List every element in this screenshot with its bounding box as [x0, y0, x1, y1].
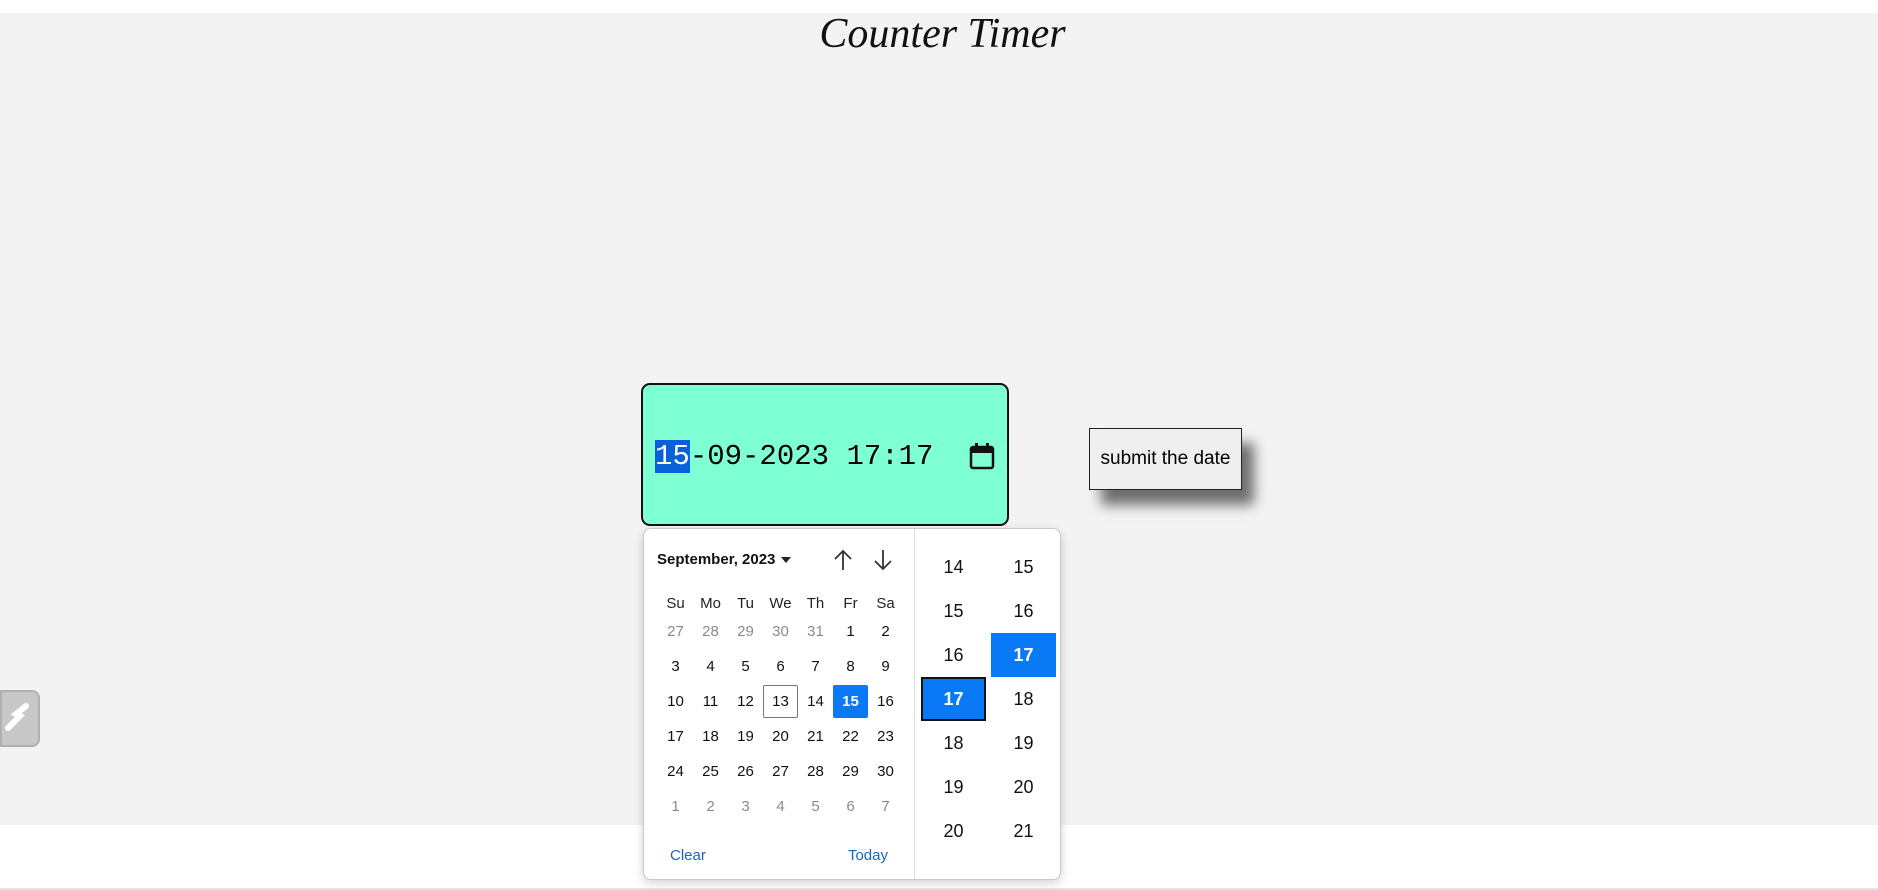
week-row: 24 25 26 27 28 29 30: [658, 755, 903, 788]
day-cell[interactable]: 18: [693, 720, 728, 753]
weekday-label: Su: [666, 595, 685, 612]
day-cell[interactable]: 13: [763, 685, 798, 718]
page-title: Counter Timer: [819, 11, 1066, 57]
day-cell[interactable]: 24: [658, 755, 693, 788]
day-cell[interactable]: 27: [763, 755, 798, 788]
day-cell[interactable]: 30: [868, 755, 903, 788]
day-cell[interactable]: 11: [693, 685, 728, 718]
weekday-label: Tu: [737, 595, 754, 612]
day-cell-other-month[interactable]: 6: [833, 790, 868, 823]
calendar-icon[interactable]: [967, 441, 997, 471]
day-cell-other-month[interactable]: 4: [763, 790, 798, 823]
day-cell[interactable]: 23: [868, 720, 903, 753]
minute-column: 15 16 17 18 19 20 21: [991, 545, 1056, 853]
day-cell-other-month[interactable]: 2: [693, 790, 728, 823]
week-row: 10 11 12 13 14 15 16: [658, 685, 903, 718]
day-segment[interactable]: 15: [655, 440, 690, 473]
datetime-picker-popup: September, 2023 Su Mo Tu We Th Fr Sa 27 28 29 30 3…: [643, 528, 1061, 880]
arrow-down-icon[interactable]: [868, 545, 898, 575]
calendar-pane: September, 2023 Su Mo Tu We Th Fr Sa 27 28 29 30 3…: [644, 529, 914, 879]
weekday-label: Mo: [700, 595, 721, 612]
day-cell-other-month[interactable]: 28: [693, 615, 728, 648]
week-row: 17 18 19 20 21 22 23: [658, 720, 903, 753]
day-cell[interactable]: 26: [728, 755, 763, 788]
datetime-value[interactable]: 15-09-2023 17:17: [655, 439, 933, 475]
day-cell[interactable]: 2: [868, 615, 903, 648]
day-cell[interactable]: 28: [798, 755, 833, 788]
day-cell[interactable]: 29: [833, 755, 868, 788]
day-cell[interactable]: 19: [728, 720, 763, 753]
day-cell[interactable]: 4: [693, 650, 728, 683]
weekday-label: We: [769, 595, 792, 612]
hour-option[interactable]: 16: [921, 633, 986, 677]
day-cell-other-month[interactable]: 5: [798, 790, 833, 823]
hour-column: 14 15 16 17 18 19 20: [921, 545, 986, 853]
datetime-rest[interactable]: -09-2023 17:17: [690, 440, 934, 473]
day-cell-other-month[interactable]: 29: [728, 615, 763, 648]
week-row: 27 28 29 30 31 1 2: [658, 615, 903, 648]
hour-option[interactable]: 15: [921, 589, 986, 633]
day-cell-other-month[interactable]: 3: [728, 790, 763, 823]
day-cell-other-month[interactable]: 30: [763, 615, 798, 648]
hour-option[interactable]: 14: [921, 545, 986, 589]
day-cell[interactable]: 25: [693, 755, 728, 788]
minute-option[interactable]: 21: [991, 809, 1056, 853]
day-cell[interactable]: 15: [833, 685, 868, 718]
clear-button[interactable]: Clear: [670, 847, 706, 864]
day-cell[interactable]: 16: [868, 685, 903, 718]
day-cell[interactable]: 14: [798, 685, 833, 718]
hour-option[interactable]: 18: [921, 721, 986, 765]
day-cell[interactable]: 20: [763, 720, 798, 753]
day-cell-other-month[interactable]: 27: [658, 615, 693, 648]
month-year-label[interactable]: September, 2023: [657, 551, 775, 568]
datetime-input[interactable]: 15-09-2023 17:17: [641, 383, 1009, 526]
day-cell[interactable]: 1: [833, 615, 868, 648]
minute-option[interactable]: 18: [991, 677, 1056, 721]
day-cell[interactable]: 17: [658, 720, 693, 753]
weekday-label: Th: [806, 595, 825, 612]
minute-option[interactable]: 20: [991, 765, 1056, 809]
day-cell[interactable]: 8: [833, 650, 868, 683]
weekday-label: Fr: [843, 595, 858, 612]
day-cell-other-month[interactable]: 1: [658, 790, 693, 823]
day-cell[interactable]: 6: [763, 650, 798, 683]
pane-divider: [914, 529, 915, 879]
today-button[interactable]: Today: [848, 847, 888, 864]
day-cell-other-month[interactable]: 7: [868, 790, 903, 823]
day-cell[interactable]: 12: [728, 685, 763, 718]
week-row: 1234567: [658, 790, 903, 823]
day-cell[interactable]: 9: [868, 650, 903, 683]
submit-date-button[interactable]: submit the date: [1089, 428, 1242, 490]
hour-option[interactable]: 20: [921, 809, 986, 853]
side-widget-handle[interactable]: [0, 690, 40, 747]
minute-option[interactable]: 17: [991, 633, 1056, 677]
day-cell[interactable]: 5: [728, 650, 763, 683]
day-cell[interactable]: 7: [798, 650, 833, 683]
hour-option[interactable]: 17: [921, 677, 986, 721]
day-cell[interactable]: 22: [833, 720, 868, 753]
day-cell-other-month[interactable]: 31: [798, 615, 833, 648]
hour-option[interactable]: 19: [921, 765, 986, 809]
arrow-up-icon[interactable]: [828, 545, 858, 575]
day-cell[interactable]: 21: [798, 720, 833, 753]
lightning-icon: [5, 703, 29, 731]
minute-option[interactable]: 16: [991, 589, 1056, 633]
minute-option[interactable]: 15: [991, 545, 1056, 589]
month-year-selector[interactable]: September, 2023: [657, 551, 792, 568]
day-cell[interactable]: 3: [658, 650, 693, 683]
caret-down-icon[interactable]: [781, 556, 792, 563]
minute-option[interactable]: 19: [991, 721, 1056, 765]
week-row: 3456789: [658, 650, 903, 683]
weekday-header: Su Mo Tu We Th Fr Sa: [658, 595, 903, 612]
weekday-label: Sa: [876, 595, 895, 612]
day-cell[interactable]: 10: [658, 685, 693, 718]
